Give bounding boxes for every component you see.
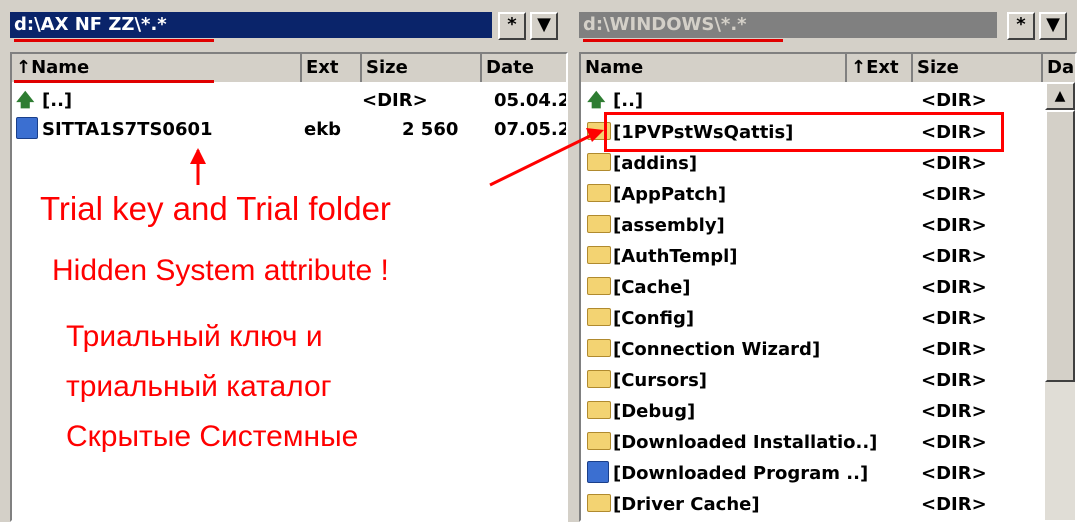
annotation-line-2: Hidden System attribute ! <box>52 254 389 287</box>
annotation-arrow-folder <box>489 131 597 187</box>
annotation-line-4: триальный каталог <box>66 370 332 403</box>
annotation-line-1: Trial key and Trial folder <box>40 190 391 227</box>
annotation-arrowhead-key <box>190 148 206 164</box>
annotation-line-5: Скрытые Системные <box>66 420 359 453</box>
annotation-line-3: Триальный ключ и <box>66 320 323 353</box>
